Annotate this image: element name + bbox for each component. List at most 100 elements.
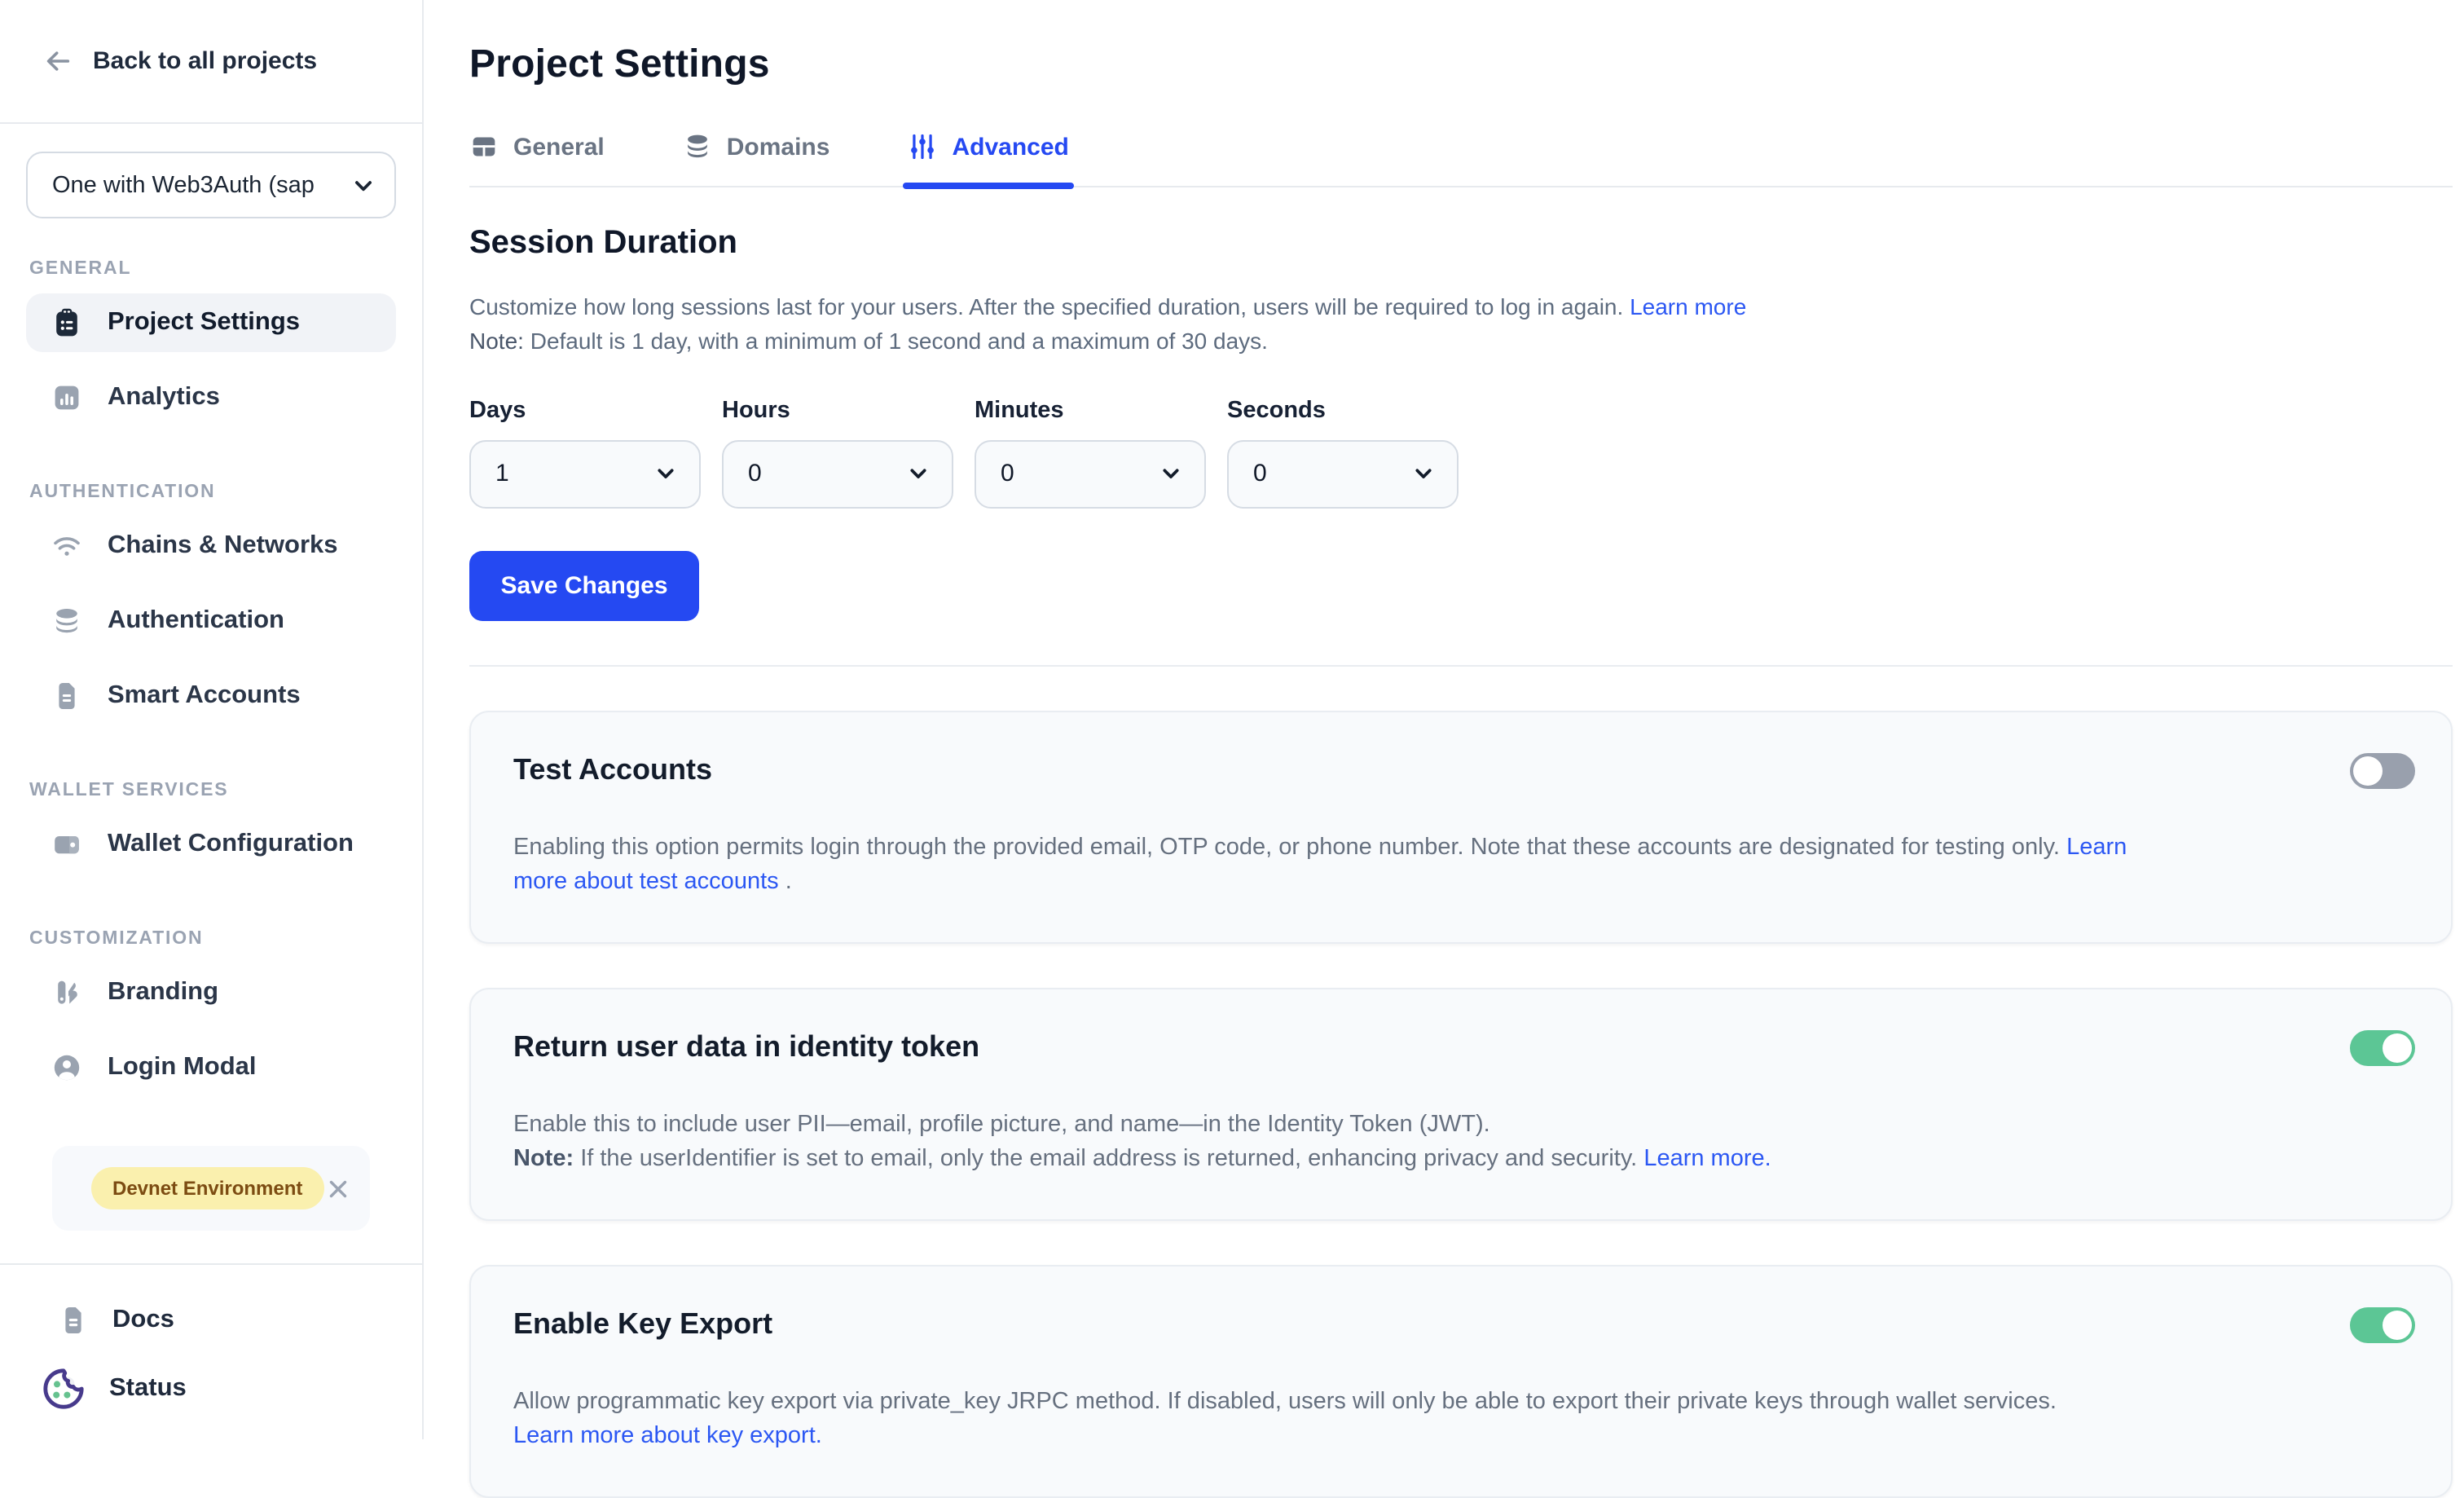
seconds-value: 0 (1253, 460, 1267, 487)
hours-label: Hours (722, 397, 953, 423)
days-label: Days (469, 397, 701, 423)
section-label-wallet-services: WALLET SERVICES (29, 781, 393, 800)
wallet-icon (51, 828, 83, 861)
brand-swatch-icon (51, 976, 83, 1009)
sidebar-item-label: Smart Accounts (108, 681, 301, 711)
card-description: Enabling this option permits login throu… (513, 831, 2163, 900)
card-description: Allow programmatic key export via privat… (513, 1386, 2412, 1454)
tab-domains[interactable]: Domains (683, 132, 830, 186)
back-label: Back to all projects (93, 47, 317, 75)
close-icon[interactable] (323, 1174, 351, 1202)
environment-panel: Devnet Environment (52, 1146, 370, 1231)
card-description: Enable this to include user PII—email, p… (513, 1108, 2412, 1177)
section-label-customization: CUSTOMIZATION (29, 929, 393, 949)
user-circle-icon (51, 1051, 83, 1084)
chevron-down-icon (1157, 460, 1185, 487)
test-accounts-toggle[interactable] (2350, 753, 2415, 789)
chevron-down-icon (349, 170, 378, 200)
seconds-field: Seconds 0 (1227, 397, 1459, 508)
section-label-authentication: AUTHENTICATION (29, 482, 393, 502)
project-selector[interactable]: One with Web3Auth (sap (26, 152, 396, 218)
learn-more-identity-link[interactable]: Learn more. (1643, 1146, 1771, 1172)
sidebar-item-label: Analytics (108, 383, 220, 412)
sidebar-item-label: Branding (108, 978, 218, 1007)
footer-item-label: Docs (112, 1306, 174, 1335)
key-export-card: Enable Key Export Allow programmatic key… (469, 1265, 2453, 1498)
web3auth-dashboard: Back to all projects One with Web3Auth (… (0, 0, 2464, 1439)
hours-value: 0 (748, 460, 762, 487)
tab-bar: General Domains Advanced (469, 132, 2453, 187)
tab-general[interactable]: General (469, 132, 605, 186)
sidebar-item-project-settings[interactable]: Project Settings (26, 293, 396, 352)
clipboard-icon (51, 306, 83, 339)
docs-icon (57, 1304, 90, 1337)
sidebar-item-authentication[interactable]: Authentication (26, 592, 396, 650)
sidebar-footer: Docs Status (0, 1263, 422, 1439)
document-icon (51, 680, 83, 712)
minutes-label: Minutes (975, 397, 1206, 423)
hours-select[interactable]: 0 (722, 439, 953, 508)
database-icon (683, 132, 712, 161)
table-grid-icon (469, 132, 499, 161)
sidebar-item-label: Login Modal (108, 1053, 257, 1082)
learn-more-key-export-link[interactable]: Learn more about key export. (513, 1423, 822, 1449)
note-label: Note: (469, 327, 524, 353)
tab-label: Advanced (952, 133, 1068, 161)
project-selector-value: One with Web3Auth (sap (52, 172, 349, 198)
save-changes-button[interactable]: Save Changes (469, 550, 699, 620)
tab-label: Domains (727, 133, 830, 161)
session-duration-title: Session Duration (469, 225, 2453, 262)
sidebar-body: One with Web3Auth (sap GENERAL Project S… (0, 124, 422, 1263)
bar-chart-icon (51, 381, 83, 414)
hours-field: Hours 0 (722, 397, 953, 508)
sliders-icon (908, 132, 937, 161)
learn-more-link[interactable]: Learn more (1630, 293, 1746, 319)
environment-badge: Devnet Environment (91, 1167, 323, 1209)
sidebar-item-label: Project Settings (108, 308, 300, 337)
status-cookie-icon (41, 1366, 86, 1412)
sidebar-item-label: Authentication (108, 606, 284, 636)
duration-fields: Days 1 Hours 0 Minutes 0 (469, 397, 2453, 508)
session-duration-description: Customize how long sessions last for you… (469, 289, 2453, 358)
note-label: Note: (513, 1146, 574, 1172)
minutes-field: Minutes 0 (975, 397, 1206, 508)
sidebar-item-chains-networks[interactable]: Chains & Networks (26, 517, 396, 575)
sidebar-item-branding[interactable]: Branding (26, 963, 396, 1022)
divider (469, 664, 2453, 667)
back-arrow-icon (42, 46, 73, 77)
sidebar-item-smart-accounts[interactable]: Smart Accounts (26, 667, 396, 725)
sidebar: Back to all projects One with Web3Auth (… (0, 0, 424, 1439)
seconds-select[interactable]: 0 (1227, 439, 1459, 508)
back-to-all-projects-link[interactable]: Back to all projects (0, 0, 422, 124)
toggle-knob (2383, 1311, 2412, 1340)
minutes-value: 0 (1001, 460, 1014, 487)
card-title: Test Accounts (513, 753, 2412, 787)
identity-token-card: Return user data in identity token Enabl… (469, 988, 2453, 1221)
sidebar-item-label: Wallet Configuration (108, 830, 354, 859)
main-content: Project Settings General Domains Advance… (424, 0, 2464, 1439)
identity-token-toggle[interactable] (2350, 1030, 2415, 1066)
card-title: Enable Key Export (513, 1307, 2412, 1342)
toggle-knob (2353, 756, 2383, 786)
chevron-down-icon (1410, 460, 1437, 487)
sidebar-item-login-modal[interactable]: Login Modal (26, 1038, 396, 1097)
days-field: Days 1 (469, 397, 701, 508)
tab-advanced[interactable]: Advanced (908, 132, 1068, 186)
chevron-down-icon (652, 460, 680, 487)
days-select[interactable]: 1 (469, 439, 701, 508)
sidebar-item-analytics[interactable]: Analytics (26, 368, 396, 427)
footer-item-label: Status (109, 1374, 187, 1403)
toggle-knob (2383, 1033, 2412, 1063)
sidebar-item-docs[interactable]: Docs (0, 1286, 422, 1355)
key-export-toggle[interactable] (2350, 1307, 2415, 1343)
sidebar-item-status[interactable]: Status (0, 1355, 422, 1423)
database-icon (51, 605, 83, 637)
chevron-down-icon (904, 460, 932, 487)
wifi-icon (51, 530, 83, 562)
minutes-select[interactable]: 0 (975, 439, 1206, 508)
sidebar-item-wallet-configuration[interactable]: Wallet Configuration (26, 815, 396, 874)
seconds-label: Seconds (1227, 397, 1459, 423)
sidebar-item-label: Chains & Networks (108, 531, 338, 561)
page-title: Project Settings (469, 42, 2453, 88)
section-label-general: GENERAL (29, 259, 393, 279)
